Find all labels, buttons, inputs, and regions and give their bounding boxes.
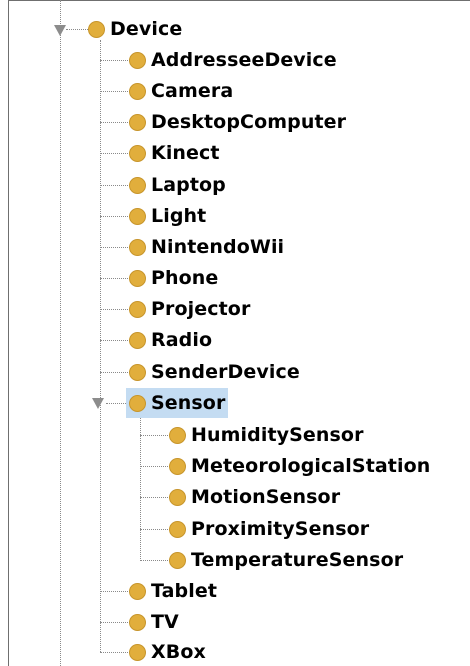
tree-branch-line (66, 29, 88, 30)
class-icon (129, 113, 146, 131)
class-icon (129, 582, 146, 600)
tree-node-label: Phone (151, 267, 219, 289)
tree-node-addresseedevice[interactable]: AddresseeDevice (129, 45, 337, 75)
tree-branch-line (100, 247, 128, 248)
class-icon (129, 51, 146, 69)
tree-node-camera[interactable]: Camera (129, 76, 233, 106)
tree-branch-line (100, 652, 128, 653)
tree-node-kinect[interactable]: Kinect (129, 138, 220, 168)
tree-branch-line (100, 591, 128, 592)
class-icon (129, 238, 146, 256)
tree-node-label: MeteorologicalStation (191, 455, 431, 477)
class-icon (129, 643, 146, 661)
tree-node-tablet[interactable]: Tablet (129, 576, 217, 606)
tree-branch-line (140, 529, 168, 530)
tree-node-motionsensor[interactable]: MotionSensor (169, 482, 340, 512)
tree-node-phone[interactable]: Phone (129, 263, 218, 293)
tree-node-label: SenderDevice (151, 361, 300, 383)
tree-node-desktopcomputer[interactable]: DesktopComputer (129, 107, 346, 137)
tree-node-label: Laptop (151, 174, 226, 196)
tree-node-label: Device (110, 18, 183, 40)
class-icon (129, 82, 146, 100)
tree-node-meteorologicalstation[interactable]: MeteorologicalStation (169, 451, 430, 481)
tree-branch-line (100, 216, 128, 217)
tree-guide-line (60, 0, 61, 666)
class-icon (129, 300, 146, 318)
expand-toggle-sensor[interactable] (92, 398, 104, 409)
tree-node-label: HumiditySensor (191, 424, 364, 446)
tree-node-label: Projector (151, 298, 251, 320)
class-icon (169, 520, 186, 538)
tree-node-radio[interactable]: Radio (129, 325, 212, 355)
tree-node-label: DesktopComputer (151, 111, 347, 133)
tree-node-label: NintendoWii (151, 236, 285, 258)
tree-branch-line (100, 60, 128, 61)
tree-node-humiditysensor[interactable]: HumiditySensor (169, 420, 364, 450)
tree-branch-line (100, 153, 128, 154)
tree-node-label: MotionSensor (191, 486, 341, 508)
tree-node-label: XBox (151, 641, 206, 663)
tree-branch-line (140, 497, 168, 498)
tree-branch-line (100, 185, 128, 186)
class-icon (169, 426, 186, 444)
tree-node-label: TemperatureSensor (191, 549, 404, 571)
tree-panel-border-left (8, 0, 9, 666)
class-icon (169, 488, 186, 506)
tree-node-xbox[interactable]: XBox (129, 637, 206, 666)
tree-branch-line (100, 122, 128, 123)
tree-node-device[interactable]: Device (88, 14, 182, 44)
tree-node-proximitysensor[interactable]: ProximitySensor (169, 514, 369, 544)
tree-branch-line (100, 91, 128, 92)
tree-node-label: Kinect (151, 142, 220, 164)
tree-node-label: ProximitySensor (191, 518, 370, 540)
class-icon (129, 613, 146, 631)
tree-node-label: Tablet (151, 580, 218, 602)
class-icon (169, 457, 186, 475)
class-icon (129, 207, 146, 225)
tree-node-sensor[interactable]: Sensor (126, 388, 229, 418)
class-icon (129, 331, 146, 349)
tree-branch-line (140, 435, 168, 436)
tree-node-label: Light (151, 205, 207, 227)
tree-branch-line (140, 560, 168, 561)
tree-node-laptop[interactable]: Laptop (129, 170, 226, 200)
tree-node-senderdevice[interactable]: SenderDevice (129, 357, 300, 387)
tree-node-light[interactable]: Light (129, 201, 206, 231)
tree-node-label: Sensor (151, 392, 226, 414)
tree-branch-line (140, 466, 168, 467)
expand-toggle-device[interactable] (54, 25, 66, 36)
class-icon (129, 176, 146, 194)
tree-branch-line (100, 372, 128, 373)
tree-branch-line (100, 309, 128, 310)
tree-node-projector[interactable]: Projector (129, 294, 250, 324)
class-icon (129, 269, 146, 287)
class-icon (129, 394, 146, 412)
tree-node-tv[interactable]: TV (129, 607, 179, 637)
class-hierarchy-tree: Device AddresseeDevice Camera DesktopCom… (0, 0, 470, 666)
tree-node-label: AddresseeDevice (151, 49, 337, 71)
tree-branch-line (100, 340, 128, 341)
tree-node-temperaturesensor[interactable]: TemperatureSensor (169, 545, 403, 575)
tree-branch-line (100, 278, 128, 279)
class-icon (88, 20, 105, 38)
tree-guide-line (100, 40, 101, 652)
class-icon (169, 551, 186, 569)
tree-node-nintendowii[interactable]: NintendoWii (129, 232, 284, 262)
tree-node-label: Camera (151, 80, 234, 102)
tree-node-label: TV (151, 611, 179, 633)
tree-node-label: Radio (151, 329, 213, 351)
tree-panel-border-top (8, 0, 470, 1)
tree-branch-line (106, 403, 126, 404)
class-icon (129, 363, 146, 381)
class-icon (129, 144, 146, 162)
tree-branch-line (100, 622, 128, 623)
